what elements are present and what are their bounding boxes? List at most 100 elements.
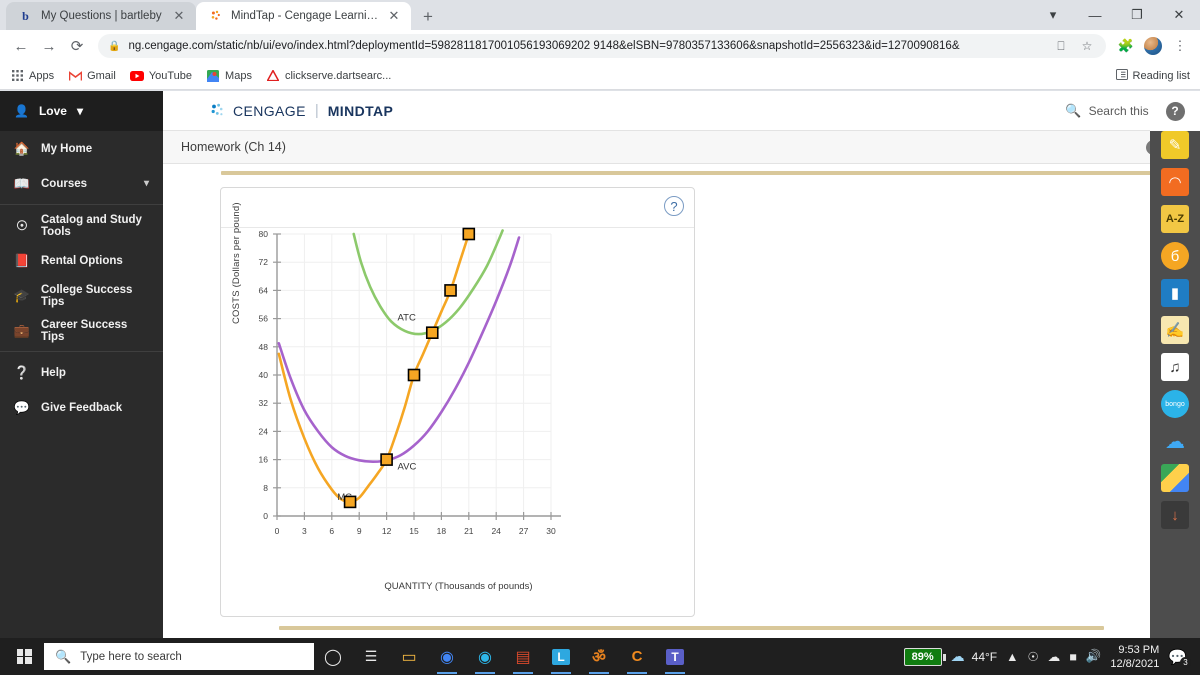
- bookmark-clickserve[interactable]: clickserve.dartsearc...: [266, 69, 391, 83]
- sidebar-item-courses[interactable]: 📖 Courses ▾: [0, 166, 163, 201]
- taskbar-clock[interactable]: 9:53 PM 12/8/2021: [1110, 643, 1159, 671]
- notification-center-icon[interactable]: 💬 3: [1168, 648, 1191, 668]
- svg-text:24: 24: [259, 426, 269, 436]
- cost-curves-chart: COSTS (Dollars per pound) QUANTITY (Thou…: [221, 202, 696, 594]
- sidebar-item-college-success-tips[interactable]: 🎓 College Success Tips: [0, 278, 163, 313]
- highlighter-pen-icon[interactable]: ✎: [1161, 131, 1189, 159]
- question-help-icon[interactable]: ?: [664, 196, 684, 216]
- share-icon[interactable]: ⎕: [1052, 39, 1070, 54]
- notes-icon[interactable]: ✍: [1161, 316, 1189, 344]
- curve-label-atc: ATC: [398, 312, 416, 323]
- sidebar-item-label: Courses: [41, 177, 88, 190]
- glossary-az-icon[interactable]: A-Z: [1161, 205, 1189, 233]
- search-placeholder: Type here to search: [80, 650, 182, 663]
- google-drive-icon[interactable]: △: [1161, 464, 1189, 492]
- bookmark-label: Gmail: [87, 69, 116, 82]
- bookmark-apps[interactable]: Apps: [10, 69, 54, 83]
- mindtap-page: 👤 Love ▾ 🏠 My Home 📖 Courses ▾ ☉ Catalog…: [0, 91, 1200, 638]
- extensions-puzzle-icon[interactable]: 🧩: [1114, 34, 1138, 58]
- onedrive-icon[interactable]: ☁: [1161, 427, 1189, 455]
- bookmark-maps[interactable]: Maps: [206, 69, 252, 83]
- microsoft-store-icon[interactable]: ▤: [504, 638, 542, 675]
- window-controls: ▾ — ❐ ✕: [1032, 0, 1200, 30]
- chevron-up-icon[interactable]: ▲: [1006, 650, 1018, 664]
- sidebar-user-menu[interactable]: 👤 Love ▾: [0, 91, 163, 131]
- sidebar-item-label: Rental Options: [41, 254, 123, 267]
- svg-text:40: 40: [259, 370, 269, 380]
- sidebar-item-rental-options[interactable]: 📕 Rental Options: [0, 243, 163, 278]
- weather-widget[interactable]: ☁ 44°F: [951, 648, 997, 665]
- onedrive-cloud-icon[interactable]: ☁: [1048, 649, 1061, 664]
- sidebar-item-career-success-tips[interactable]: 💼 Career Success Tips: [0, 313, 163, 348]
- back-button[interactable]: ←: [8, 33, 34, 59]
- tab-close-icon[interactable]: ✕: [387, 8, 401, 24]
- read-aloud-icon[interactable]: ♫: [1161, 353, 1189, 381]
- toolbar-right: 🧩 ⋮: [1114, 34, 1192, 58]
- restore-icon[interactable]: ❐: [1116, 0, 1158, 30]
- sidebar-divider: [0, 204, 163, 205]
- bongo-icon[interactable]: bongo: [1161, 390, 1189, 418]
- microsoft-teams-icon[interactable]: T: [656, 638, 694, 675]
- volume-icon[interactable]: 🔊: [1086, 649, 1102, 664]
- tab-close-icon[interactable]: ✕: [172, 8, 186, 24]
- bookmark-star-icon[interactable]: ☆: [1078, 39, 1096, 53]
- pearson-icon[interactable]: ॐ: [580, 638, 618, 675]
- battery-icon[interactable]: ■: [1069, 650, 1077, 664]
- close-icon[interactable]: ✕: [1158, 0, 1200, 30]
- clock-date: 12/8/2021: [1110, 657, 1160, 670]
- start-button[interactable]: [4, 638, 44, 675]
- brand-cengage-label: CENGAGE: [233, 102, 306, 119]
- rss-feed-icon[interactable]: ◠: [1161, 168, 1189, 196]
- bookmark-label: Maps: [225, 69, 252, 82]
- bookmark-youtube[interactable]: YouTube: [129, 69, 192, 83]
- svg-text:16: 16: [259, 455, 269, 465]
- svg-text:18: 18: [437, 526, 447, 536]
- data-point-marker: [407, 368, 421, 382]
- taskbar-search-input[interactable]: 🔍 Type here to search: [44, 643, 314, 670]
- data-point-marker: [462, 227, 476, 241]
- curve-label-avc: AVC: [398, 461, 417, 472]
- file-explorer-icon[interactable]: ▭: [390, 638, 428, 675]
- task-view-icon[interactable]: ☰: [352, 638, 390, 675]
- lockdown-browser-icon[interactable]: L: [542, 638, 580, 675]
- sidebar-item-my-home[interactable]: 🏠 My Home: [0, 131, 163, 166]
- sidebar-item-catalog-and-study-tools[interactable]: ☉ Catalog and Study Tools: [0, 208, 163, 243]
- svg-text:27: 27: [519, 526, 529, 536]
- sidebar-divider: [0, 351, 163, 352]
- chevron-down-icon: ▾: [76, 104, 83, 118]
- tab-strip: b My Questions | bartleby ✕ MindTap - Ce…: [0, 0, 1200, 30]
- google-chrome-icon[interactable]: ◉: [428, 638, 466, 675]
- ebook-icon[interactable]: ▮: [1161, 279, 1189, 307]
- profile-avatar[interactable]: [1141, 34, 1165, 58]
- brainhoney-icon[interactable]: б: [1161, 242, 1189, 270]
- sidebar-item-help[interactable]: ❔ Help: [0, 355, 163, 390]
- reading-list-label: Reading list: [1132, 69, 1190, 82]
- minimize-icon[interactable]: —: [1074, 0, 1116, 30]
- camera-icon[interactable]: ☉: [1028, 649, 1039, 664]
- microsoft-edge-icon[interactable]: ◉: [466, 638, 504, 675]
- reload-button[interactable]: ⟳: [64, 33, 90, 59]
- help-icon[interactable]: ?: [1165, 101, 1185, 121]
- browser-tab-bartleby[interactable]: b My Questions | bartleby ✕: [6, 2, 196, 30]
- search-icon[interactable]: 🔍: [1065, 103, 1081, 119]
- chrome-menu-icon[interactable]: ⋮: [1168, 34, 1192, 58]
- cengage-mindtap-logo: CENGAGE | MINDTAP: [209, 102, 393, 119]
- sidebar-item-label: College Success Tips: [41, 283, 133, 308]
- search-icon: 🔍: [55, 648, 72, 664]
- brand-mindtap-label: MINDTAP: [327, 102, 394, 119]
- brand-separator: |: [314, 102, 319, 119]
- address-bar[interactable]: 🔒 ng.cengage.com/static/nb/ui/evo/index.…: [98, 34, 1106, 58]
- cortana-circle-icon[interactable]: ◯: [314, 638, 352, 675]
- browser-tab-mindtap[interactable]: MindTap - Cengage Learning ✕: [196, 2, 411, 30]
- forward-button[interactable]: →: [36, 33, 62, 59]
- bookmark-gmail[interactable]: Gmail: [68, 69, 116, 83]
- sidebar-item-give-feedback[interactable]: 💬 Give Feedback: [0, 390, 163, 425]
- reading-list-button[interactable]: Reading list: [1115, 68, 1190, 83]
- svg-text:80: 80: [259, 229, 269, 239]
- bookmark-label: Apps: [29, 69, 55, 82]
- download-icon[interactable]: ↓: [1161, 501, 1189, 529]
- new-tab-button[interactable]: +: [415, 4, 441, 30]
- chevron-down-icon[interactable]: ▾: [1032, 0, 1074, 30]
- sidebar-user-name: Love: [38, 104, 67, 118]
- cengage-icon[interactable]: C: [618, 638, 656, 675]
